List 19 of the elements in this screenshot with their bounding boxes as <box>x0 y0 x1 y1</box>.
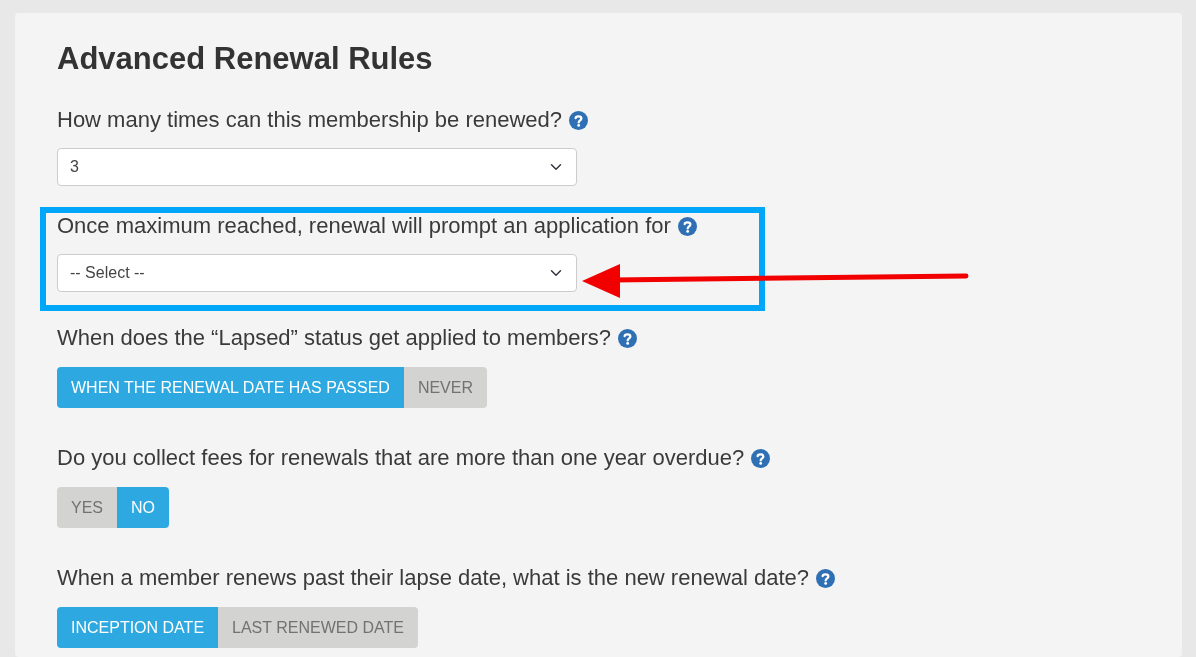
question-label: How many times can this membership be renewed? <box>57 107 562 133</box>
dropdown-field[interactable]: 3 <box>57 148 577 186</box>
dropdown-field[interactable]: -- Select -- <box>57 254 577 292</box>
help-icon[interactable] <box>569 110 588 130</box>
toggle-option[interactable]: INCEPTION DATE <box>57 607 219 648</box>
help-icon[interactable] <box>816 568 836 588</box>
toggle-option[interactable]: NEVER <box>403 367 487 408</box>
toggle-option[interactable]: LAST RENEWED DATE <box>218 607 418 648</box>
question-label: When a member renews past their lapse date, what is the new renewal date? <box>57 565 810 591</box>
help-icon[interactable] <box>618 328 637 348</box>
question-label: Once maximum reached, renewal will prompt an application for <box>57 213 671 239</box>
help-icon[interactable] <box>751 448 771 468</box>
toggle-option[interactable]: YES <box>57 487 117 528</box>
page-title: Advanced Renewal Rules <box>57 41 434 77</box>
toggle-option[interactable]: NO <box>117 487 169 528</box>
toggle-option[interactable]: WHEN THE RENEWAL DATE HAS PASSED <box>57 367 404 408</box>
question-label: When does the “Lapsed” status get applied to members? <box>57 325 611 351</box>
question-label: Do you collect fees for renewals that are more than one year overdue? <box>57 445 745 471</box>
help-icon[interactable] <box>677 216 697 236</box>
